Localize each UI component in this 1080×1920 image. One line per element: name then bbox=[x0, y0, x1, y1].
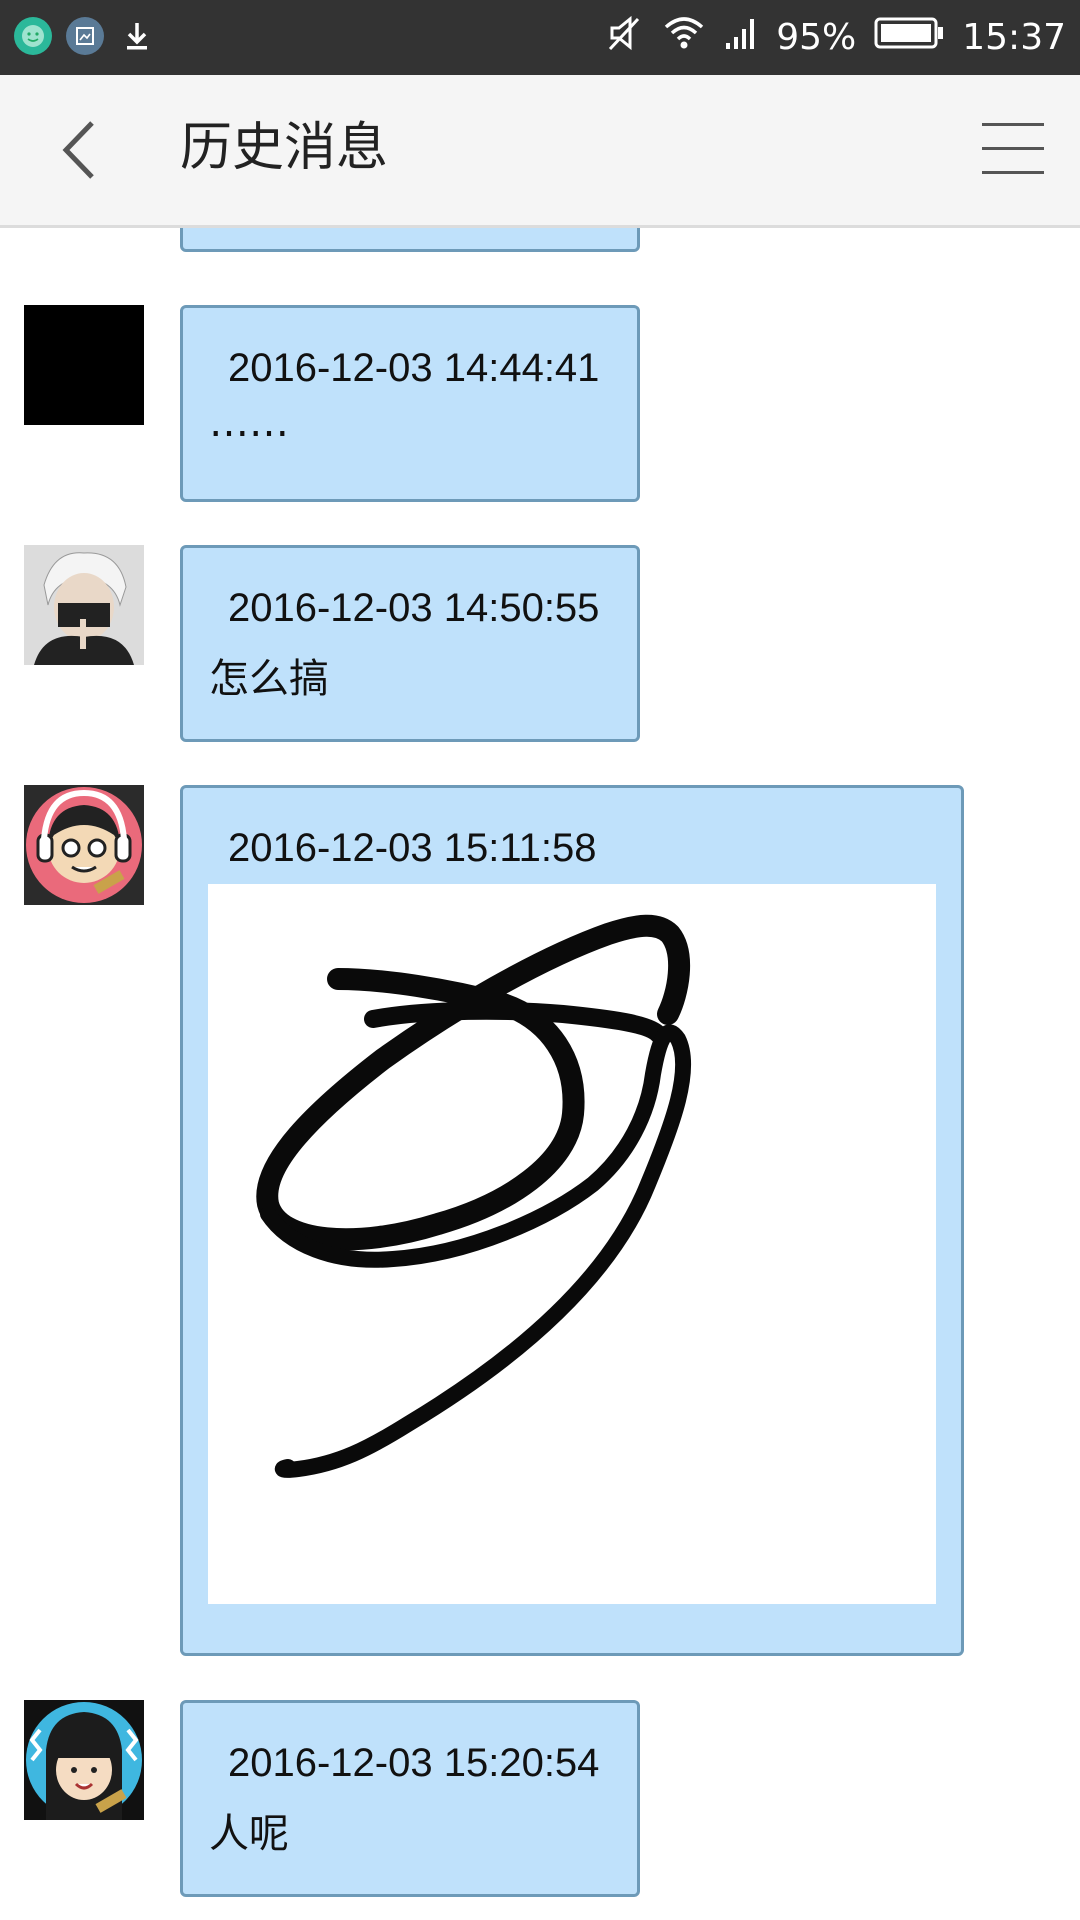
message-text: …… bbox=[209, 400, 289, 446]
battery-icon bbox=[874, 15, 944, 60]
chevron-left-icon bbox=[62, 121, 94, 179]
back-button[interactable] bbox=[48, 115, 118, 185]
message-bubble[interactable]: 2016-12-03 14:44:41 …… bbox=[180, 305, 640, 502]
menu-button[interactable] bbox=[982, 121, 1044, 177]
clock: 15:37 bbox=[962, 17, 1066, 58]
app-notification-icon bbox=[14, 17, 52, 55]
message-timestamp: 2016-12-03 15:20:54 bbox=[228, 1741, 600, 1785]
message-bubble[interactable]: 2016-12-03 14:50:55 怎么搞 bbox=[180, 545, 640, 742]
mute-icon bbox=[604, 13, 644, 62]
message-text: 人呢 bbox=[209, 1811, 289, 1857]
battery-percent: 95% bbox=[776, 17, 857, 58]
signal-icon bbox=[724, 13, 758, 62]
screenshot-notification-icon bbox=[66, 17, 104, 55]
message-bubble[interactable]: 2016-12-03 15:11:58 bbox=[180, 785, 964, 1656]
masked-character-avatar-icon bbox=[24, 545, 144, 665]
message-list[interactable]: 2016-12-03 14:44:41 …… 2016-12-03 14:50:… bbox=[0, 228, 1080, 1920]
avatar[interactable] bbox=[24, 1700, 144, 1820]
avatar[interactable] bbox=[24, 305, 144, 425]
message-timestamp: 2016-12-03 14:44:41 bbox=[228, 346, 600, 390]
message-text: 怎么搞 bbox=[209, 656, 329, 702]
hamburger-menu-icon bbox=[982, 123, 1044, 174]
message-bubble[interactable]: 2016-12-03 15:20:54 人呢 bbox=[180, 1700, 640, 1897]
message-timestamp: 2016-12-03 14:50:55 bbox=[228, 586, 600, 630]
status-bar: 95% 15:37 bbox=[0, 0, 1080, 75]
message-bubble-previous bbox=[180, 228, 640, 252]
download-icon bbox=[118, 17, 156, 55]
app-bar: 历史消息 bbox=[0, 75, 1080, 228]
message-timestamp: 2016-12-03 15:11:58 bbox=[228, 826, 597, 870]
handwritten-drawing-image[interactable] bbox=[208, 884, 936, 1604]
headphones-cartoon-avatar-icon bbox=[24, 785, 144, 905]
avatar[interactable] bbox=[24, 545, 144, 665]
bangs-girl-avatar-icon bbox=[24, 1700, 144, 1820]
wifi-icon bbox=[662, 13, 706, 62]
page-title: 历史消息 bbox=[180, 118, 389, 178]
avatar[interactable] bbox=[24, 785, 144, 905]
